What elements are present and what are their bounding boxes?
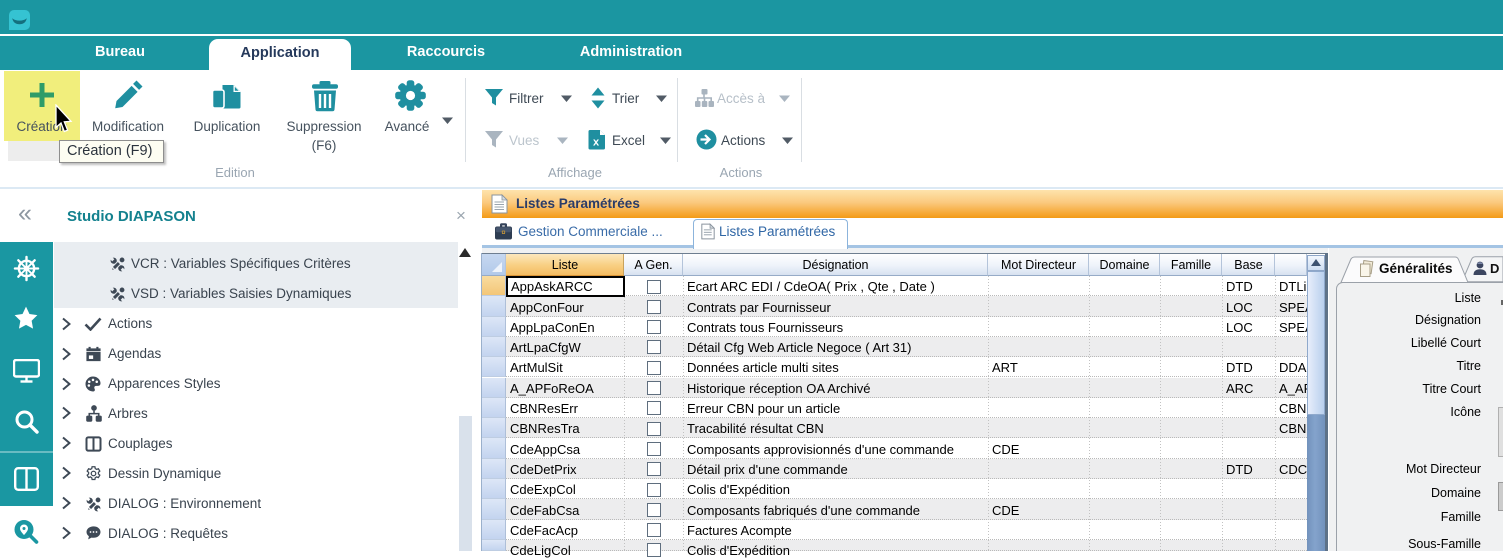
svg-text:x: x (593, 137, 600, 149)
